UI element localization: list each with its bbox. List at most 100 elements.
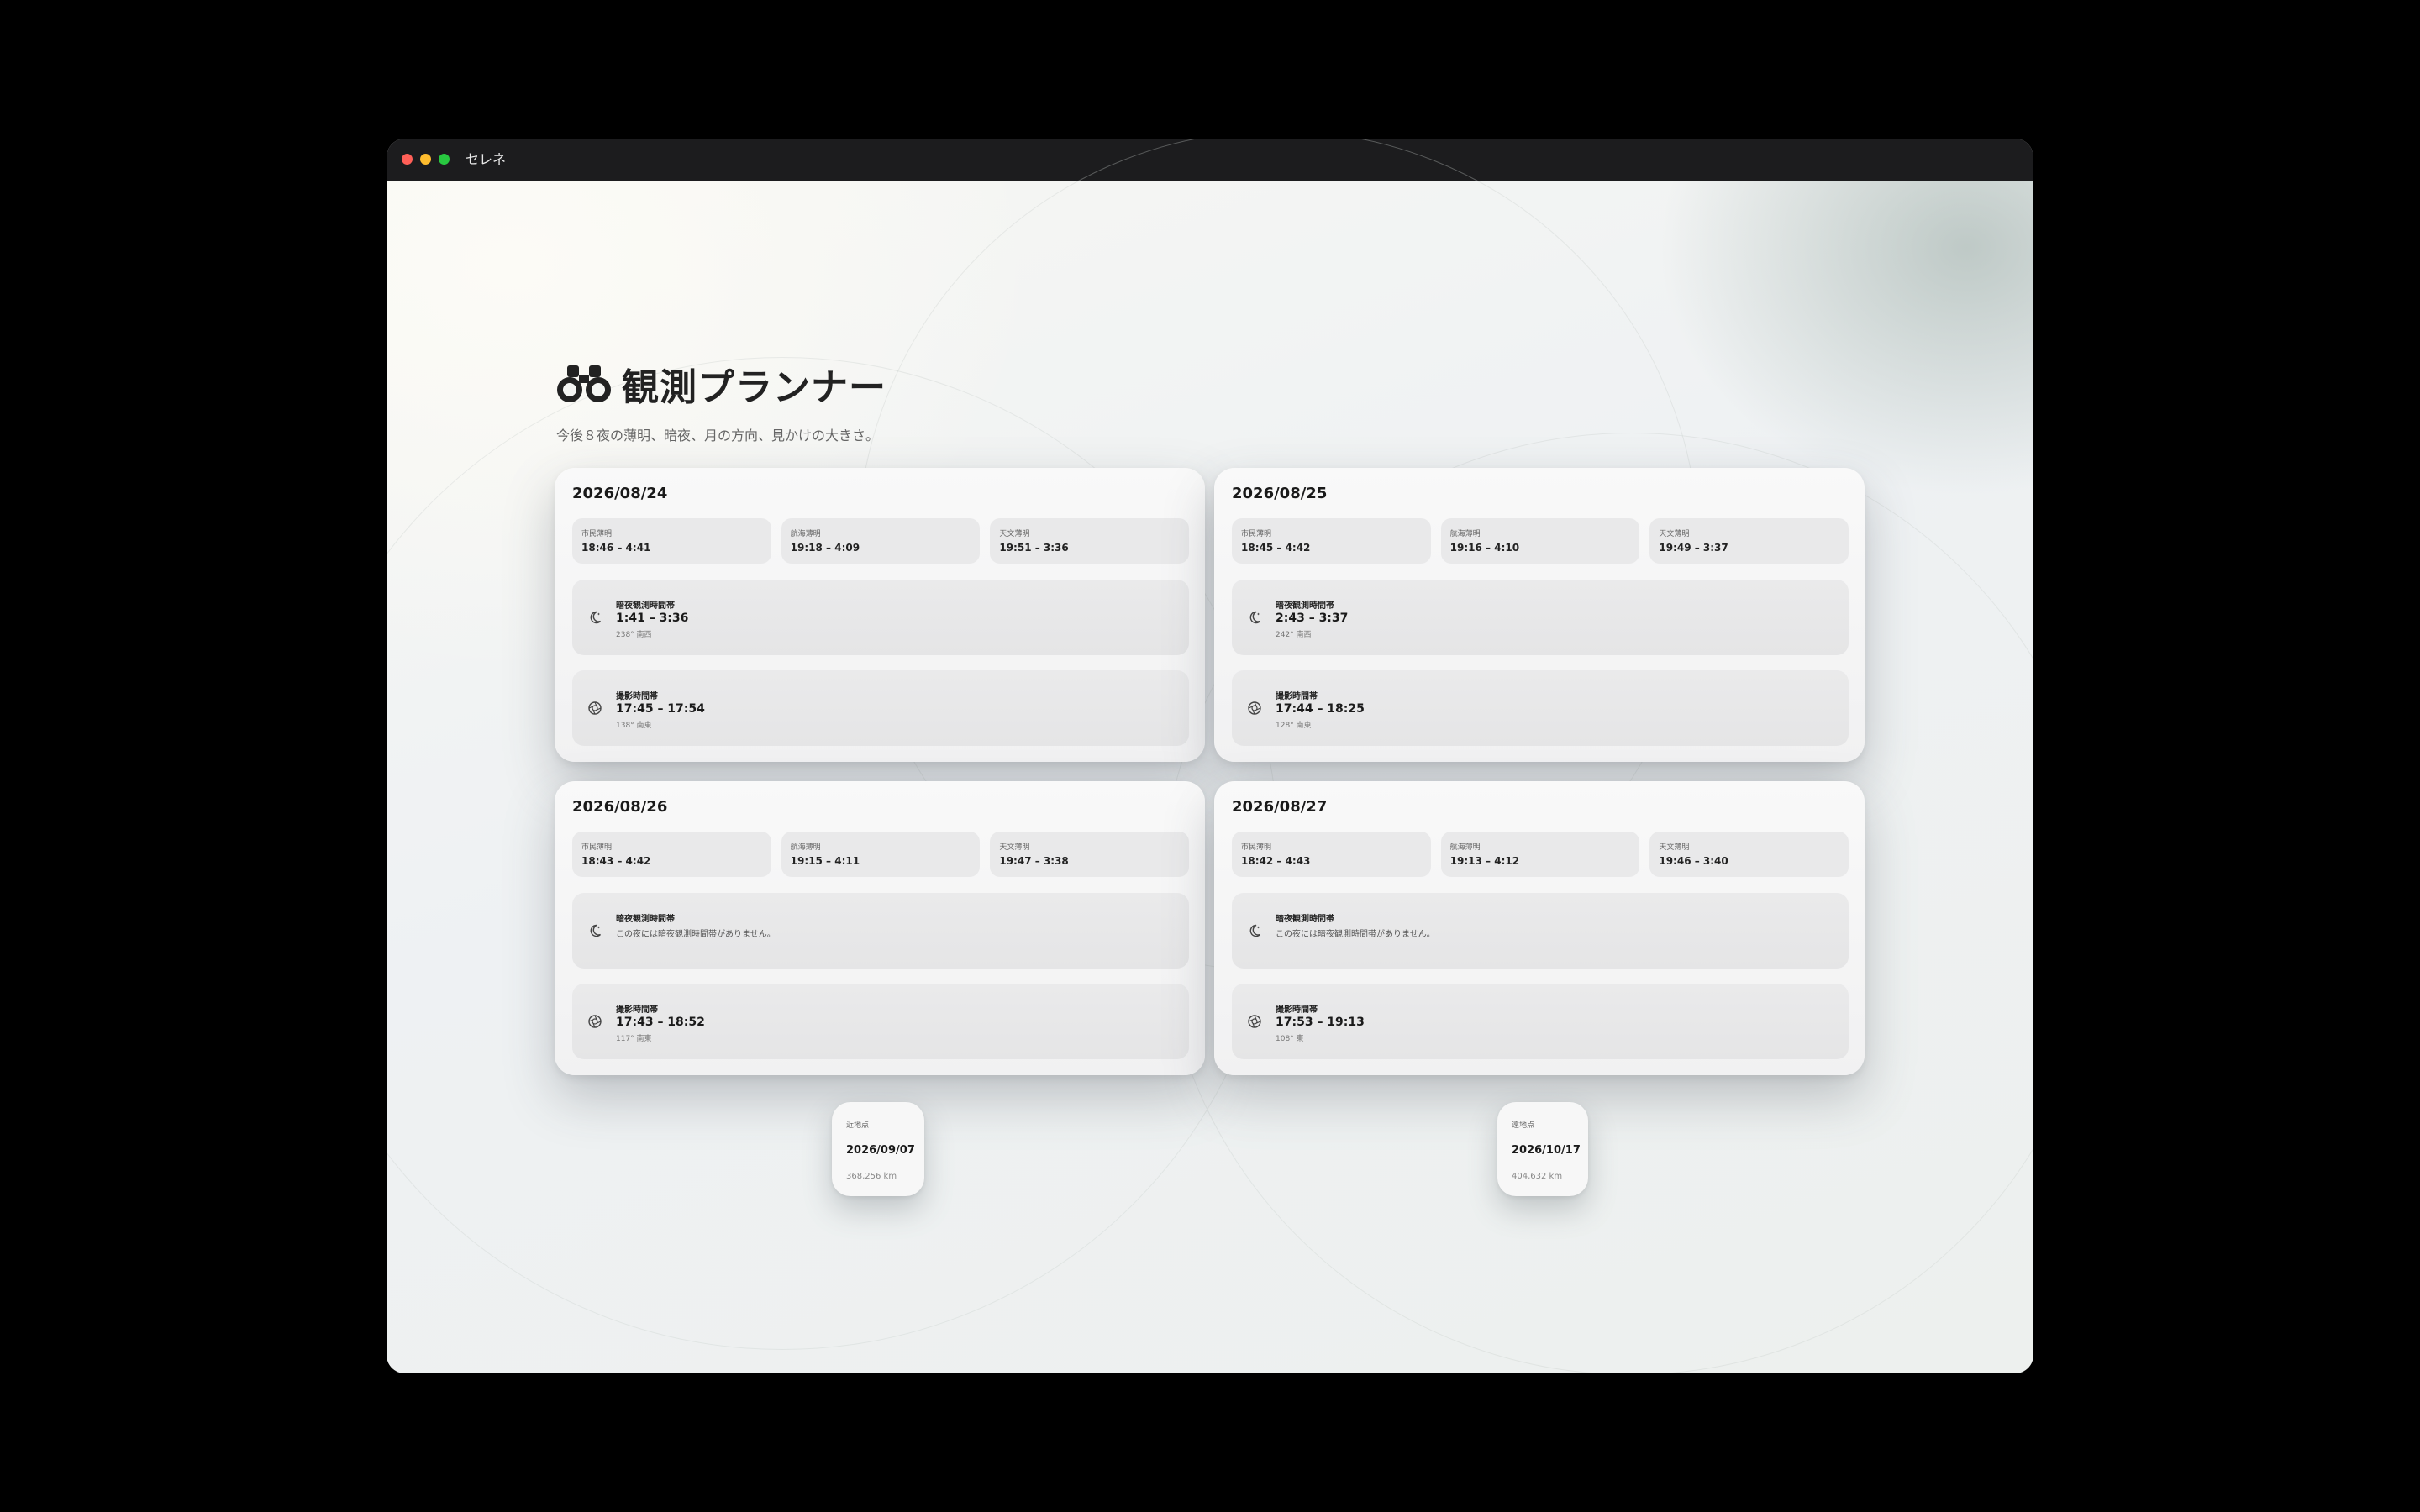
twilight-civil: 市民薄明 18:46 – 4:41 (572, 518, 771, 564)
twilight-label: 市民薄明 (1241, 843, 1272, 852)
twilight-astronomical: 天文薄明 19:49 – 3:37 (1649, 518, 1849, 564)
perigee-card: 近地点 2026/09/07 368,256 km (832, 1102, 924, 1196)
moon-direction: 138° 南東 (616, 722, 652, 730)
moon-direction: 238° 南西 (616, 631, 652, 639)
page-title: 観測プランナー (622, 366, 886, 409)
photo-window-time: 17:53 – 19:13 (1276, 1016, 1365, 1029)
moon-stars-icon (1249, 924, 1261, 937)
twilight-label: 天文薄明 (1659, 843, 1690, 852)
twilight-astronomical: 天文薄明 19:46 – 3:40 (1649, 832, 1849, 877)
photo-window-label: 撮影時間帯 (616, 692, 658, 701)
apogee-label: 遠地点 (1512, 1121, 1535, 1130)
photo-window-label: 撮影時間帯 (616, 1005, 658, 1015)
photo-window-label: 撮影時間帯 (1276, 692, 1318, 701)
twilight-label: 市民薄明 (581, 530, 613, 538)
photo-window-time: 17:43 – 18:52 (616, 1016, 705, 1029)
night-card: 2026/08/27 市民薄明 18:42 – 4:43 航海薄明 19:13 – … (1214, 781, 1865, 1075)
dark-window-panel: 暗夜観測時間帯 この夜には暗夜観測時間帯がありません。 (1232, 893, 1849, 969)
twilight-row: 市民薄明 18:45 – 4:42 航海薄明 19:16 – 4:10 天文薄明 19… (1232, 518, 1849, 564)
page-header: 観測プランナー (556, 357, 886, 411)
dark-window-none: この夜には暗夜観測時間帯がありません。 (1276, 930, 1435, 939)
photo-window-label: 撮影時間帯 (1276, 1005, 1318, 1015)
dark-window-label: 暗夜観測時間帯 (1276, 915, 1334, 924)
title-bar: セレネ (387, 139, 2033, 181)
twilight-value: 19:47 – 3:38 (999, 855, 1069, 867)
app-window: セレネ 観測プランナー 今後８夜の薄明、暗夜、月の方向、見かけの大きさ。 202… (387, 139, 2033, 1373)
night-card: 2026/08/25 市民薄明 18:45 – 4:42 航海薄明 19:16 – … (1214, 468, 1865, 762)
dark-window-panel: 暗夜観測時間帯 1:41 – 3:36 238° 南西 (572, 580, 1189, 655)
moon-stars-icon (1249, 611, 1261, 624)
window-title: セレネ (466, 151, 507, 167)
twilight-row: 市民薄明 18:43 – 4:42 航海薄明 19:15 – 4:11 天文薄明 19… (572, 832, 1190, 877)
twilight-label: 航海薄明 (790, 843, 821, 852)
dark-window-label: 暗夜観測時間帯 (1276, 601, 1334, 611)
twilight-row: 市民薄明 18:42 – 4:43 航海薄明 19:13 – 4:12 天文薄明 19… (1232, 832, 1849, 877)
night-date: 2026/08/26 (572, 798, 668, 816)
twilight-value: 19:13 – 4:12 (1449, 855, 1520, 867)
moon-stars-icon (590, 924, 602, 937)
twilight-value: 19:18 – 4:09 (790, 542, 860, 554)
dark-window-label: 暗夜観測時間帯 (616, 915, 675, 924)
moon-stars-icon (590, 611, 602, 624)
dark-window-none: この夜には暗夜観測時間帯がありません。 (616, 930, 776, 939)
twilight-value: 19:16 – 4:10 (1449, 542, 1520, 554)
twilight-value: 18:42 – 4:43 (1241, 855, 1311, 867)
apogee-card: 遠地点 2026/10/17 404,632 km (1497, 1102, 1588, 1196)
aperture-icon (1248, 1015, 1261, 1028)
perigee-date: 2026/09/07 (846, 1144, 915, 1157)
perigee-distance: 368,256 km (846, 1172, 897, 1181)
twilight-label: 天文薄明 (999, 843, 1030, 852)
photo-window-panel: 撮影時間帯 17:53 – 19:13 108° 東 (1232, 984, 1849, 1059)
close-button[interactable] (402, 154, 413, 165)
photo-window-panel: 撮影時間帯 17:45 – 17:54 138° 南東 (572, 670, 1189, 746)
twilight-value: 19:49 – 3:37 (1659, 542, 1728, 554)
twilight-civil: 市民薄明 18:42 – 4:43 (1232, 832, 1431, 877)
twilight-label: 天文薄明 (1659, 530, 1690, 538)
page-subtitle: 今後８夜の薄明、暗夜、月の方向、見かけの大きさ。 (556, 428, 880, 444)
zoom-button[interactable] (439, 154, 450, 165)
twilight-nautical: 航海薄明 19:16 – 4:10 (1440, 518, 1640, 564)
twilight-row: 市民薄明 18:46 – 4:41 航海薄明 19:18 – 4:09 天文薄明 19… (572, 518, 1190, 564)
twilight-civil: 市民薄明 18:45 – 4:42 (1232, 518, 1431, 564)
minimize-button[interactable] (420, 154, 431, 165)
twilight-value: 18:45 – 4:42 (1241, 542, 1311, 554)
twilight-nautical: 航海薄明 19:18 – 4:09 (781, 518, 981, 564)
photo-window-time: 17:44 – 18:25 (1276, 702, 1365, 716)
twilight-value: 18:43 – 4:42 (581, 855, 651, 867)
dark-window-panel: 暗夜観測時間帯 2:43 – 3:37 242° 南西 (1232, 580, 1849, 655)
aperture-icon (1248, 701, 1261, 715)
photo-window-panel: 撮影時間帯 17:44 – 18:25 128° 南東 (1232, 670, 1849, 746)
twilight-value: 19:51 – 3:36 (999, 542, 1069, 554)
twilight-nautical: 航海薄明 19:15 – 4:11 (781, 832, 981, 877)
dark-window-time: 1:41 – 3:36 (616, 612, 689, 625)
twilight-value: 18:46 – 4:41 (581, 542, 651, 554)
twilight-value: 19:15 – 4:11 (790, 855, 860, 867)
photo-window-panel: 撮影時間帯 17:43 – 18:52 117° 南東 (572, 984, 1189, 1059)
twilight-value: 19:46 – 3:40 (1659, 855, 1728, 867)
dark-window-panel: 暗夜観測時間帯 この夜には暗夜観測時間帯がありません。 (572, 893, 1189, 969)
dark-window-label: 暗夜観測時間帯 (616, 601, 675, 611)
perigee-label: 近地点 (846, 1121, 870, 1130)
aperture-icon (588, 1015, 602, 1028)
night-card: 2026/08/26 市民薄明 18:43 – 4:42 航海薄明 19:15 – … (555, 781, 1205, 1075)
twilight-label: 市民薄明 (581, 843, 613, 852)
aperture-icon (588, 701, 602, 715)
moon-direction: 108° 東 (1276, 1035, 1304, 1043)
night-date: 2026/08/25 (1232, 485, 1328, 502)
apogee-distance: 404,632 km (1512, 1172, 1563, 1181)
moon-direction: 117° 南東 (616, 1035, 652, 1043)
twilight-nautical: 航海薄明 19:13 – 4:12 (1440, 832, 1640, 877)
twilight-astronomical: 天文薄明 19:51 – 3:36 (990, 518, 1190, 564)
moon-direction: 128° 南東 (1276, 722, 1312, 730)
night-date: 2026/08/24 (572, 485, 668, 502)
moon-direction: 242° 南西 (1276, 631, 1312, 639)
binoculars-icon (557, 365, 611, 402)
twilight-label: 市民薄明 (1241, 530, 1272, 538)
twilight-label: 航海薄明 (790, 530, 821, 538)
main-content: 観測プランナー 今後８夜の薄明、暗夜、月の方向、見かけの大きさ。 2026/08… (387, 139, 2033, 1373)
twilight-label: 航海薄明 (1449, 530, 1481, 538)
night-date: 2026/08/27 (1232, 798, 1328, 816)
apogee-date: 2026/10/17 (1512, 1144, 1581, 1157)
twilight-label: 天文薄明 (999, 530, 1030, 538)
twilight-astronomical: 天文薄明 19:47 – 3:38 (990, 832, 1190, 877)
